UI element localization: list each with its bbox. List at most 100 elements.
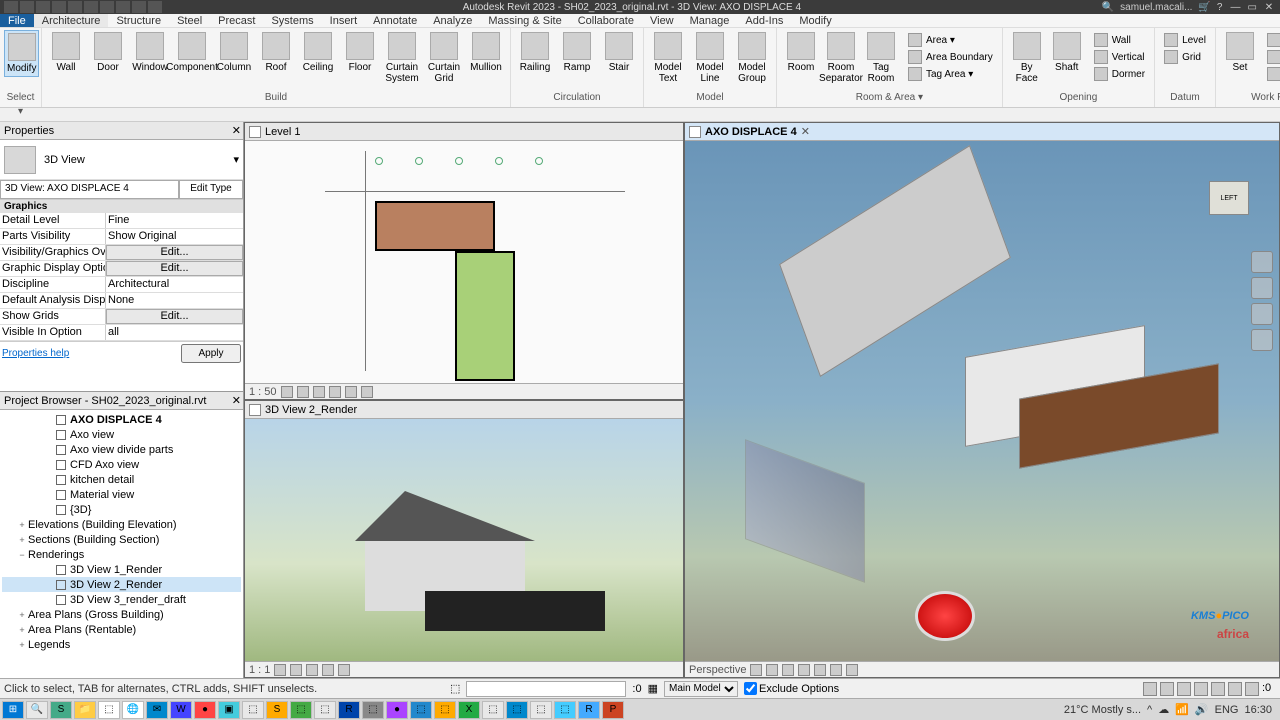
modify-button[interactable]: Modify [4,30,39,77]
restore-button[interactable]: ▭ [1245,2,1259,13]
tree-node[interactable]: AXO DISPLACE 4 [2,412,241,427]
view-close-icon[interactable]: ✕ [801,125,810,138]
task-app[interactable]: ⬚ [242,701,264,719]
prop-row[interactable]: Visible In Optionall [0,325,243,341]
scale-label[interactable]: Perspective [689,664,746,676]
tab-systems[interactable]: Systems [263,14,321,27]
tab-addins[interactable]: Add-Ins [737,14,791,27]
tool-model-text[interactable]: Model Text [648,30,688,86]
cart-icon[interactable]: 🛒 [1198,2,1210,13]
prop-row[interactable]: Parts VisibilityShow Original [0,229,243,245]
tray-chevron-icon[interactable]: ^ [1147,704,1152,716]
tool-area-boundary[interactable]: Area Boundary [905,49,996,65]
task-app[interactable]: ⬚ [482,701,504,719]
model-selector[interactable]: Main Model [664,681,738,697]
tree-node[interactable]: 3D View 2_Render [2,577,241,592]
tool-room-separator[interactable]: Room Separator [821,30,861,86]
tab-manage[interactable]: Manage [682,14,738,27]
task-app[interactable]: R [578,701,600,719]
task-app[interactable]: 🌐 [122,701,144,719]
task-app[interactable]: ⬚ [434,701,456,719]
model-icon[interactable]: ▦ [648,682,658,695]
task-app[interactable]: ⬚ [410,701,432,719]
quick-access-toolbar[interactable] [4,1,162,13]
help-icon[interactable]: ? [1217,2,1223,13]
tool-tag-area--[interactable]: Tag Area ▾ [905,66,996,82]
tree-node[interactable]: +Elevations (Building Elevation) [2,517,241,532]
tool-wall[interactable]: Wall [46,30,86,75]
task-app[interactable]: ⬚ [554,701,576,719]
task-app[interactable]: ⬚ [314,701,336,719]
tree-node[interactable]: CFD Axo view [2,457,241,472]
task-app[interactable]: ⬚ [290,701,312,719]
tree-node[interactable]: −Renderings [2,547,241,562]
task-app[interactable]: ● [386,701,408,719]
tool-ceiling[interactable]: Ceiling [298,30,338,75]
tool-set[interactable]: Set [1220,30,1260,75]
task-app[interactable]: S [50,701,72,719]
prop-row[interactable]: Graphic Display Optio...Edit... [0,261,243,277]
nav-bar[interactable] [1251,251,1275,351]
tree-node[interactable]: +Legends [2,637,241,652]
view-cube[interactable]: LEFT [1209,181,1249,215]
tool-mullion[interactable]: Mullion [466,30,506,75]
task-app[interactable]: ⬚ [362,701,384,719]
tree-node[interactable]: 3D View 3_render_draft [2,592,241,607]
tool-area--[interactable]: Area ▾ [905,32,996,48]
tab-structure[interactable]: Structure [108,14,169,27]
tool-dormer[interactable]: Dormer [1091,66,1148,82]
close-icon[interactable]: ✕ [232,394,241,407]
view-type-label[interactable]: 3D View [44,154,85,166]
weather[interactable]: 21°C Mostly s... [1064,704,1141,716]
user-label[interactable]: samuel.macali... [1120,2,1192,13]
task-app[interactable]: 📁 [74,701,96,719]
tab-massing[interactable]: Massing & Site [480,14,569,27]
tab-steel[interactable]: Steel [169,14,210,27]
tab-architecture[interactable]: Architecture [34,14,109,27]
tool-component[interactable]: Component [172,30,212,75]
tool-stair[interactable]: Stair [599,30,639,75]
close-icon[interactable]: ✕ [232,124,241,137]
tab-precast[interactable]: Precast [210,14,263,27]
search-button[interactable]: 🔍 [26,701,48,719]
red-button[interactable] [915,591,975,641]
tab-insert[interactable]: Insert [322,14,366,27]
tool-level[interactable]: Level [1161,32,1209,48]
task-app[interactable]: W [170,701,192,719]
task-app[interactable]: ✉ [146,701,168,719]
tree-node[interactable]: Axo view divide parts [2,442,241,457]
tab-analyze[interactable]: Analyze [425,14,480,27]
tool-by-face[interactable]: By Face [1007,30,1047,86]
tool-ramp[interactable]: Ramp [557,30,597,75]
minimize-button[interactable]: — [1228,2,1242,13]
tool-vertical[interactable]: Vertical [1091,49,1148,65]
tree-node[interactable]: {3D} [2,502,241,517]
tray-volume-icon[interactable]: 🔊 [1195,703,1209,716]
chevron-down-icon[interactable]: ▾ [233,153,239,166]
tray-lang[interactable]: ENG [1215,704,1239,716]
exclude-checkbox[interactable]: Exclude Options [744,682,839,695]
tab-collaborate[interactable]: Collaborate [570,14,642,27]
tray-wifi-icon[interactable]: 📶 [1175,703,1189,716]
task-app[interactable]: ● [194,701,216,719]
edit-type-button[interactable]: Edit Type [179,180,243,199]
tool-model-line[interactable]: Model Line [690,30,730,86]
tray-time[interactable]: 16:30 [1244,704,1272,716]
tree-node[interactable]: kitchen detail [2,472,241,487]
tab-file[interactable]: File [0,14,34,27]
tool-show[interactable]: Show [1264,32,1280,48]
tree-node[interactable]: Material view [2,487,241,502]
prop-row[interactable]: Default Analysis Displ...None [0,293,243,309]
tree-node[interactable]: +Sections (Building Section) [2,532,241,547]
task-app[interactable]: ⬚ [98,701,120,719]
tool-curtain-grid[interactable]: Curtain Grid [424,30,464,86]
task-app[interactable]: P [602,701,624,719]
tool-wall[interactable]: Wall [1091,32,1148,48]
tool-viewer[interactable]: Viewer [1264,66,1280,82]
prop-row[interactable]: Show GridsEdit... [0,309,243,325]
start-button[interactable]: ⊞ [2,701,24,719]
tool-window[interactable]: Window [130,30,170,75]
tree-node[interactable]: +Area Plans (Gross Building) [2,607,241,622]
workset-icon[interactable]: ⬚ [450,682,460,695]
view-selector[interactable]: 3D View: AXO DISPLACE 4 [0,180,179,199]
